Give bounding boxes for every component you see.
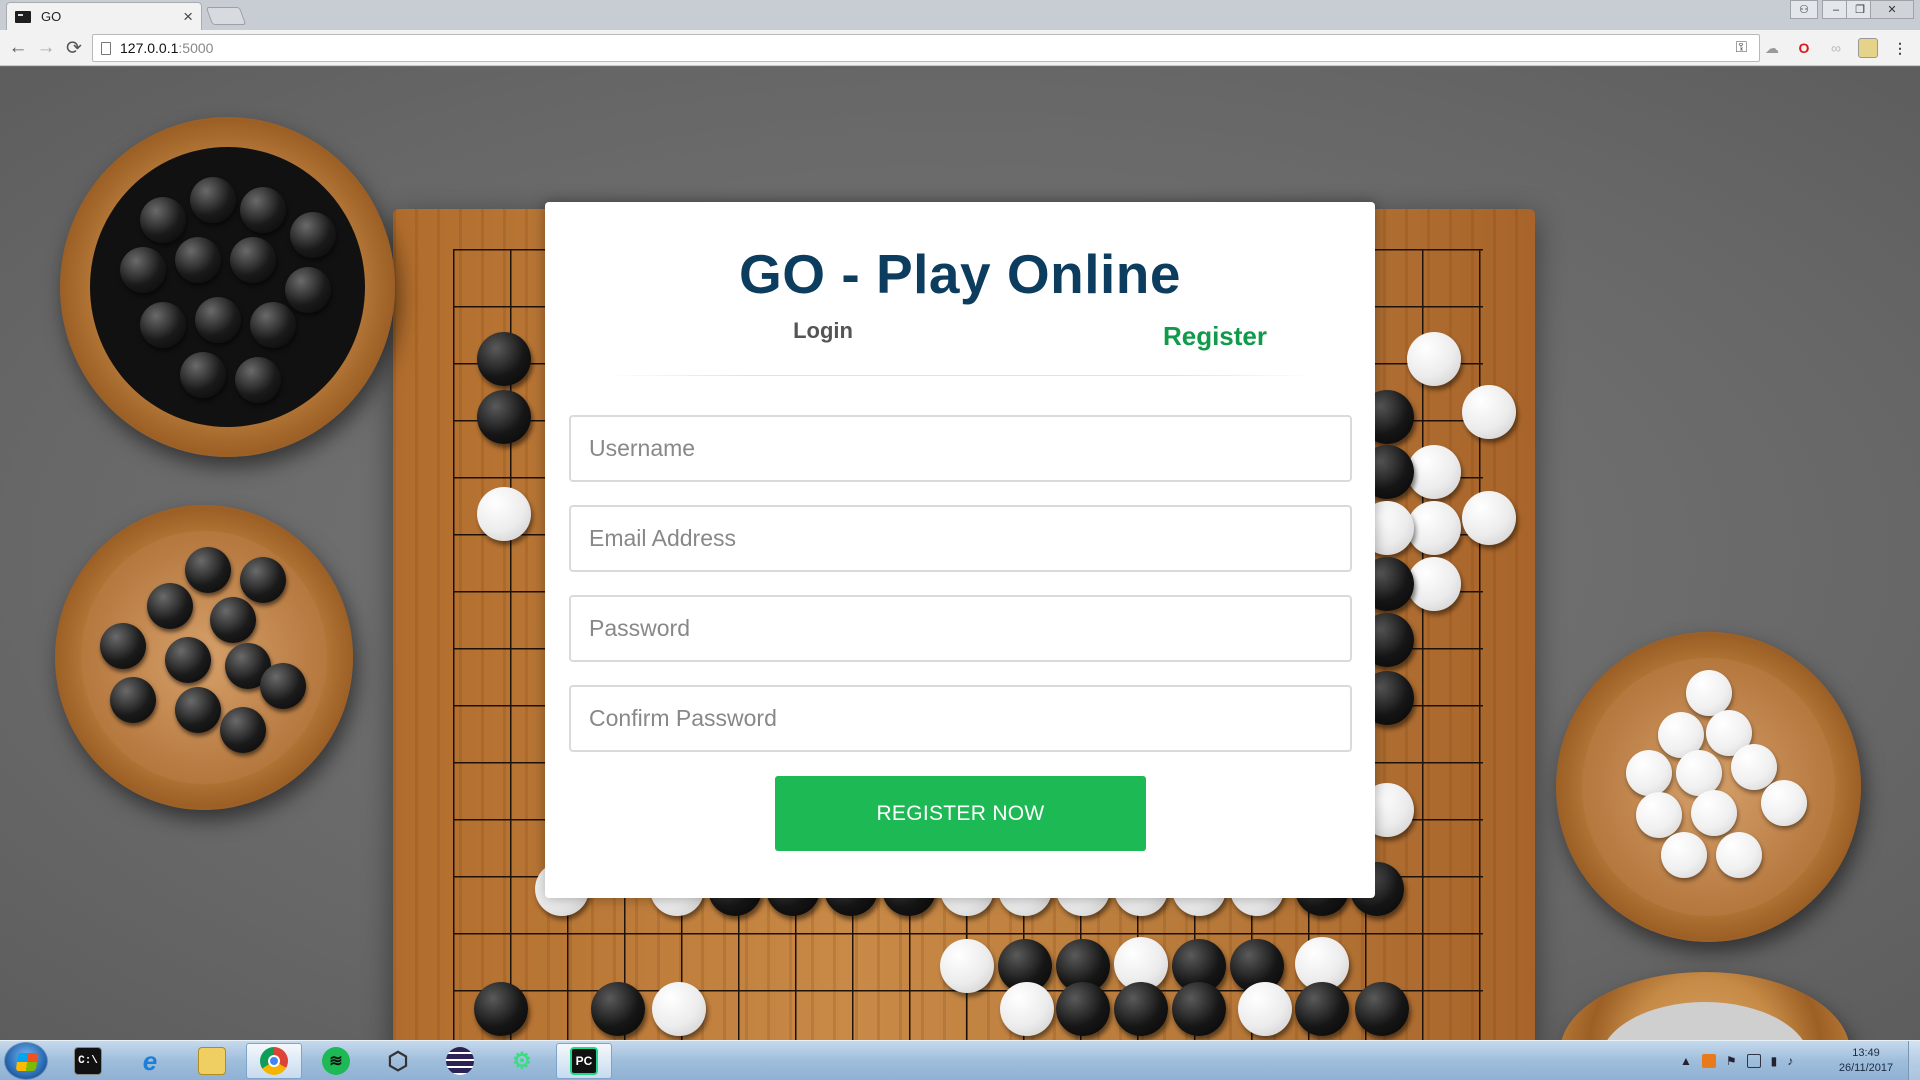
volume-icon[interactable]: ♪ bbox=[1787, 1054, 1793, 1068]
notification-icon[interactable] bbox=[1701, 1054, 1716, 1068]
stone-lid-black bbox=[55, 505, 353, 810]
url-port: :5000 bbox=[178, 40, 214, 56]
taskbar-unity[interactable]: ⬡ bbox=[370, 1043, 426, 1079]
pycharm-icon: PC bbox=[570, 1047, 598, 1075]
black-stone bbox=[477, 390, 531, 444]
key-icon[interactable]: ⚿ bbox=[1736, 39, 1747, 56]
black-stone bbox=[1355, 982, 1409, 1036]
system-tray: ▲ ⚑ ▮ ♪ bbox=[1680, 1047, 1793, 1075]
network-icon[interactable]: ▮ bbox=[1771, 1054, 1778, 1068]
link-icon[interactable]: ∞ bbox=[1826, 38, 1846, 58]
tabs-divider bbox=[605, 375, 1315, 376]
taskbar-spotify[interactable]: ≋ bbox=[308, 1043, 364, 1079]
white-stone bbox=[1238, 982, 1292, 1036]
username-input[interactable] bbox=[569, 415, 1352, 482]
spotify-icon: ≋ bbox=[322, 1047, 350, 1075]
browser-tab-bar: GO × ⚇ – ❐ ✕ bbox=[0, 0, 1920, 30]
terminal-icon bbox=[15, 10, 31, 23]
stone-lid-white bbox=[1556, 632, 1861, 942]
black-stone bbox=[591, 982, 645, 1036]
white-stone-bowl bbox=[1560, 972, 1850, 1040]
show-desktop-button[interactable] bbox=[1908, 1041, 1920, 1080]
white-stone bbox=[1407, 332, 1461, 386]
start-button[interactable] bbox=[4, 1042, 48, 1080]
confirm-password-field[interactable] bbox=[569, 685, 1352, 752]
opera-icon[interactable]: O bbox=[1794, 38, 1814, 58]
chevron-up-icon[interactable]: ▲ bbox=[1680, 1054, 1692, 1068]
image-icon[interactable] bbox=[1858, 38, 1878, 58]
back-button[interactable]: ← bbox=[6, 36, 30, 60]
url-host: 127.0.0.1 bbox=[120, 40, 179, 56]
white-stone bbox=[1407, 445, 1461, 499]
close-window-button[interactable]: ✕ bbox=[1870, 0, 1914, 19]
register-card: GO - Play Online Login Register REGISTER… bbox=[545, 202, 1375, 898]
white-stone bbox=[1462, 491, 1516, 545]
black-stone bbox=[1056, 982, 1110, 1036]
terminal-icon: C:\ bbox=[74, 1047, 102, 1075]
android-studio-icon: ⚙ bbox=[512, 1048, 532, 1073]
unity-icon: ⬡ bbox=[387, 1047, 409, 1075]
address-bar[interactable]: 127.0.0.1 :5000 ⚿ bbox=[92, 34, 1760, 62]
white-stone bbox=[1000, 982, 1054, 1036]
flag-icon[interactable]: ⚑ bbox=[1726, 1054, 1737, 1068]
page-viewport: GO - Play Online Login Register REGISTER… bbox=[0, 67, 1920, 1040]
black-stone bbox=[1172, 982, 1226, 1036]
clock-time: 13:49 bbox=[1852, 1047, 1880, 1059]
email-field[interactable] bbox=[569, 505, 1352, 572]
white-stone bbox=[652, 982, 706, 1036]
menu-icon[interactable]: ⋮ bbox=[1890, 38, 1910, 58]
black-stone-bowl bbox=[60, 117, 395, 457]
black-stone bbox=[1114, 982, 1168, 1036]
taskbar-android-studio[interactable]: ⚙ bbox=[494, 1043, 550, 1079]
register-button[interactable]: REGISTER NOW bbox=[775, 776, 1146, 851]
device-icon[interactable] bbox=[1746, 1054, 1761, 1068]
internet-explorer-icon: e bbox=[142, 1045, 158, 1076]
chrome-icon bbox=[260, 1047, 288, 1075]
black-stone bbox=[1295, 982, 1349, 1036]
white-stone bbox=[1407, 501, 1461, 555]
taskbar-eclipse[interactable] bbox=[432, 1043, 488, 1079]
cloud-icon[interactable]: ☁ bbox=[1762, 38, 1782, 58]
reload-button[interactable]: ⟳ bbox=[62, 36, 86, 60]
new-tab-button[interactable] bbox=[205, 7, 247, 25]
tab-register[interactable]: Register bbox=[1115, 321, 1315, 352]
eclipse-icon bbox=[446, 1047, 474, 1075]
white-stone bbox=[1407, 557, 1461, 611]
white-stone bbox=[940, 939, 994, 993]
clock-date: 26/11/2017 bbox=[1838, 1062, 1894, 1074]
white-stone bbox=[1462, 385, 1516, 439]
tab-login[interactable]: Login bbox=[723, 318, 923, 344]
page-icon bbox=[101, 41, 111, 55]
black-stone bbox=[477, 332, 531, 386]
user-icon[interactable]: ⚇ bbox=[1790, 0, 1818, 19]
taskbar-chrome[interactable] bbox=[246, 1043, 302, 1079]
folder-icon bbox=[198, 1047, 226, 1075]
browser-tab[interactable]: GO × bbox=[6, 2, 202, 30]
tab-title: GO bbox=[41, 9, 62, 24]
black-stone bbox=[474, 982, 528, 1036]
taskbar: C:\ e ≋ ⬡ ⚙ PC ▲ ⚑ ▮ ♪ 13:49 26/11/2017 bbox=[0, 1040, 1920, 1080]
tab-close-button[interactable]: × bbox=[183, 8, 193, 25]
clock[interactable]: 13:49 26/11/2017 bbox=[1826, 1046, 1906, 1076]
white-stone bbox=[477, 487, 531, 541]
page-title: GO - Play Online bbox=[739, 243, 1181, 305]
taskbar-cmd[interactable]: C:\ bbox=[60, 1043, 116, 1079]
taskbar-explorer[interactable] bbox=[184, 1043, 240, 1079]
password-field[interactable] bbox=[569, 595, 1352, 662]
forward-button[interactable]: → bbox=[34, 36, 58, 60]
taskbar-ie[interactable]: e bbox=[122, 1043, 178, 1079]
browser-toolbar: ← → ⟳ 127.0.0.1 :5000 ⚿ ☁ O ∞ ⋮ bbox=[0, 30, 1920, 66]
taskbar-pycharm[interactable]: PC bbox=[556, 1043, 612, 1079]
